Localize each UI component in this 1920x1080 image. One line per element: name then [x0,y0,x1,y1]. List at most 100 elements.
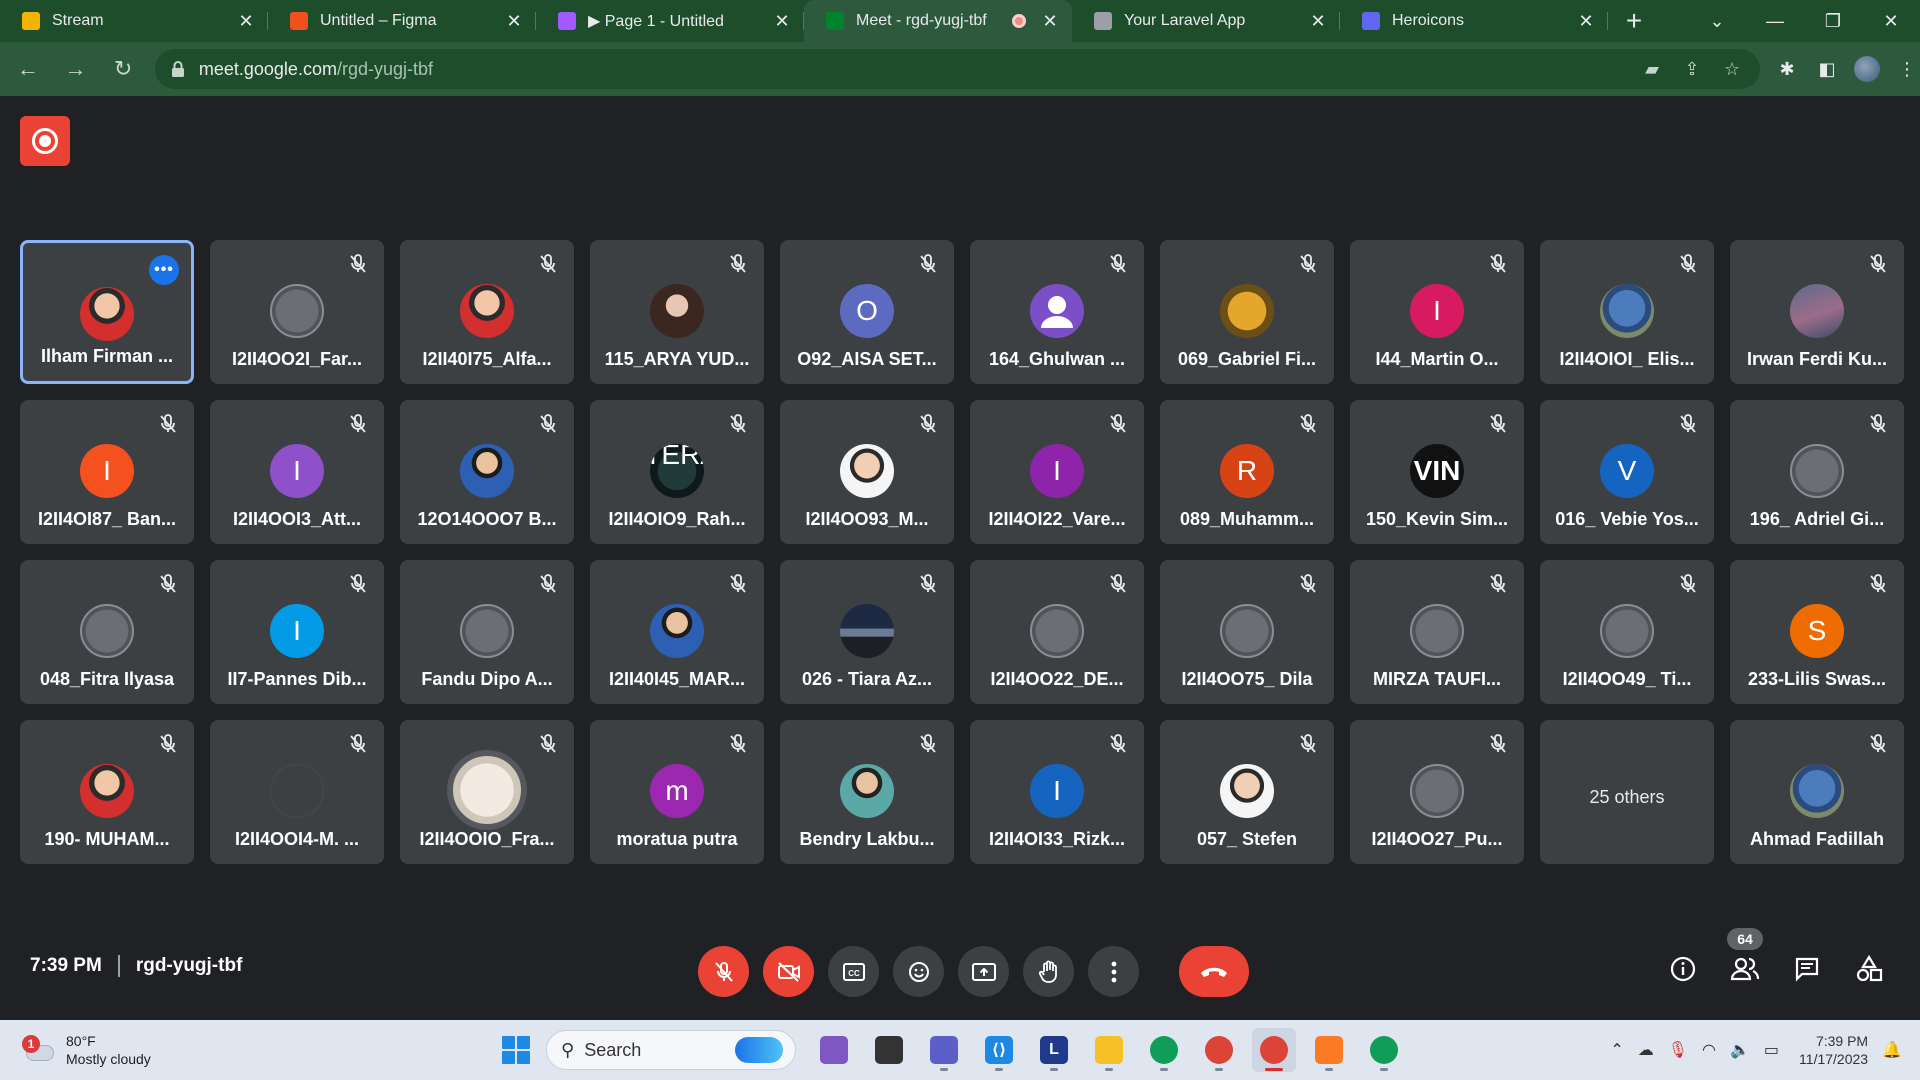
side-panel-icon[interactable]: ◧ [1814,56,1840,82]
leave-call-button[interactable] [1179,946,1249,997]
participant-tile[interactable]: VIN 150_Kevin Sim... [1350,400,1524,544]
participant-tile[interactable]: m moratua putra [590,720,764,864]
new-tab-button[interactable]: + [1608,0,1660,42]
participant-tile[interactable]: I I2II4OI87_ Ban... [20,400,194,544]
browser-tab[interactable]: Your Laravel App ✕ [1072,0,1340,42]
back-icon[interactable]: ← [8,49,48,89]
teams-icon[interactable] [922,1028,966,1072]
participant-tile[interactable]: 115_ARYA YUD... [590,240,764,384]
participant-tile[interactable]: 12O14OOO7 B... [400,400,574,544]
lock-icon[interactable] [171,61,185,77]
participant-tile[interactable]: 190- MUHAM... [20,720,194,864]
chat-button[interactable] [1790,952,1824,986]
browser-tab[interactable]: Stream ✕ [0,0,268,42]
captions-button[interactable]: CC [828,946,879,997]
vscode-icon[interactable]: ⟨⟩ [977,1028,1021,1072]
participant-tile[interactable]: Bendry Lakbu... [780,720,954,864]
browser-tab[interactable]: Untitled – Figma ✕ [268,0,536,42]
participant-tile[interactable]: Ahmad Fadillah [1730,720,1904,864]
participant-tile[interactable]: I2II40I45_MAR... [590,560,764,704]
share-icon[interactable]: ⇪ [1680,57,1704,81]
participant-tile[interactable]: Fandu Dipo A... [400,560,574,704]
participant-tile[interactable]: V 016_ Vebie Yos... [1540,400,1714,544]
camera-off-button[interactable] [763,946,814,997]
participant-tile[interactable]: I2II4OOI4-M. ... [210,720,384,864]
restore-icon[interactable]: ❐ [1804,0,1862,42]
mic-off-button[interactable] [698,946,749,997]
wifi-icon[interactable]: ◠ [1702,1040,1716,1060]
tab-close-icon[interactable]: ✕ [1308,11,1328,31]
participant-tile[interactable]: ••• Ilham Firman ... [20,240,194,384]
chrome-profile-icon[interactable] [1252,1028,1296,1072]
volume-icon[interactable]: 🔈 [1730,1040,1750,1060]
participant-tile[interactable]: I2II4OO75_ Dila [1160,560,1334,704]
chrome-menu-icon[interactable]: ⋮ [1894,56,1920,82]
reload-icon[interactable]: ↻ [103,49,143,89]
battery-icon[interactable]: ▭ [1764,1040,1779,1060]
browser-tab[interactable]: Heroicons ✕ [1340,0,1608,42]
copilot-app-icon[interactable] [812,1028,856,1072]
more-options-button[interactable] [1088,946,1139,997]
participant-tile[interactable]: O O92_AISA SET... [780,240,954,384]
chrome-icon[interactable] [1197,1028,1241,1072]
bookmark-star-icon[interactable]: ☆ [1720,57,1744,81]
microphone-tray-icon[interactable]: 🎙 [1668,1040,1688,1060]
taskbar-search[interactable]: ⚲ Search [546,1030,796,1070]
raise-hand-button[interactable] [1023,946,1074,997]
recording-indicator-icon[interactable] [20,116,70,166]
participant-tile[interactable]: 026 - Tiara Az... [780,560,954,704]
participant-tile[interactable]: 164_Ghulwan ... [970,240,1144,384]
taskbar-clock[interactable]: 7:39 PM 11/17/2023 [1799,1032,1868,1068]
participant-tile[interactable]: I2II4OO27_Pu... [1350,720,1524,864]
xampp-icon[interactable] [1307,1028,1351,1072]
close-window-icon[interactable]: ✕ [1862,0,1920,42]
tab-close-icon[interactable]: ✕ [236,11,256,31]
participant-tile[interactable]: MIRZA TAUFI... [1350,560,1524,704]
present-button[interactable] [958,946,1009,997]
participant-tile[interactable]: 069_Gabriel Fi... [1160,240,1334,384]
task-view-icon[interactable] [867,1028,911,1072]
participant-tile[interactable]: I2II40I75_Alfa... [400,240,574,384]
participant-tile[interactable]: 057_ Stefen [1160,720,1334,864]
browser-tab[interactable]: ▶ Page 1 - Untitled ✕ [536,0,804,42]
participant-tile[interactable]: R 089_Muhamm... [1160,400,1334,544]
profile-avatar[interactable] [1853,56,1880,82]
participant-tile[interactable]: I I2II4OI33_Rizk... [970,720,1144,864]
activities-button[interactable] [1852,952,1886,986]
tab-close-icon[interactable]: ✕ [772,11,792,31]
reactions-button[interactable] [893,946,944,997]
tray-overflow-icon[interactable]: ⌃ [1610,1040,1623,1060]
participant-tile[interactable]: I2II4OOIO_Fra... [400,720,574,864]
participant-tile[interactable]: 048_Fitra Ilyasa [20,560,194,704]
forward-icon[interactable]: → [56,49,96,89]
chrome-profile-2-icon[interactable] [1362,1028,1406,1072]
address-bar[interactable]: meet.google.com/rgd-yugj-tbf ▰ ⇪ ☆ [154,49,1760,89]
camera-permission-icon[interactable]: ▰ [1640,57,1664,81]
tab-search-icon[interactable]: ⌄ [1688,0,1746,42]
participant-tile[interactable]: 25 others [1540,720,1714,864]
extensions-icon[interactable]: ✱ [1774,56,1800,82]
participant-tile[interactable]: I I44_Martin O... [1350,240,1524,384]
laragon-icon[interactable]: L [1032,1028,1076,1072]
participant-tile[interactable]: I2II4OIOI_ Elis... [1540,240,1714,384]
participant-tile[interactable]: I2II4OO2I_Far... [210,240,384,384]
participant-tile[interactable]: I I2II4OI22_Vare... [970,400,1144,544]
minimize-icon[interactable]: — [1746,0,1804,42]
participant-tile[interactable]: ITERA II I2II4OIO9_Rah... [590,400,764,544]
meeting-details-button[interactable] [1666,952,1700,986]
participant-tile[interactable]: I2II4OO22_DE... [970,560,1144,704]
people-button[interactable]: 64 [1727,928,1763,986]
edge-icon[interactable] [1142,1028,1186,1072]
more-options-icon[interactable]: ••• [149,255,179,285]
tab-close-icon[interactable]: ✕ [1576,11,1596,31]
onedrive-icon[interactable]: ☁ [1638,1040,1654,1060]
participant-tile[interactable]: I2II4OO93_M... [780,400,954,544]
tab-close-icon[interactable]: ✕ [1040,11,1060,31]
tab-close-icon[interactable]: ✕ [504,11,524,31]
browser-tab[interactable]: Meet - rgd-yugj-tbf ✕ [804,0,1072,42]
weather-widget[interactable]: 1 80°F Mostly cloudy [22,1032,222,1068]
windows-start-icon[interactable] [496,1030,536,1070]
participant-tile[interactable]: S 233-Lilis Swas... [1730,560,1904,704]
participant-tile[interactable]: I2II4OO49_ Ti... [1540,560,1714,704]
notification-bell-icon[interactable]: 🔔 [1882,1040,1902,1060]
